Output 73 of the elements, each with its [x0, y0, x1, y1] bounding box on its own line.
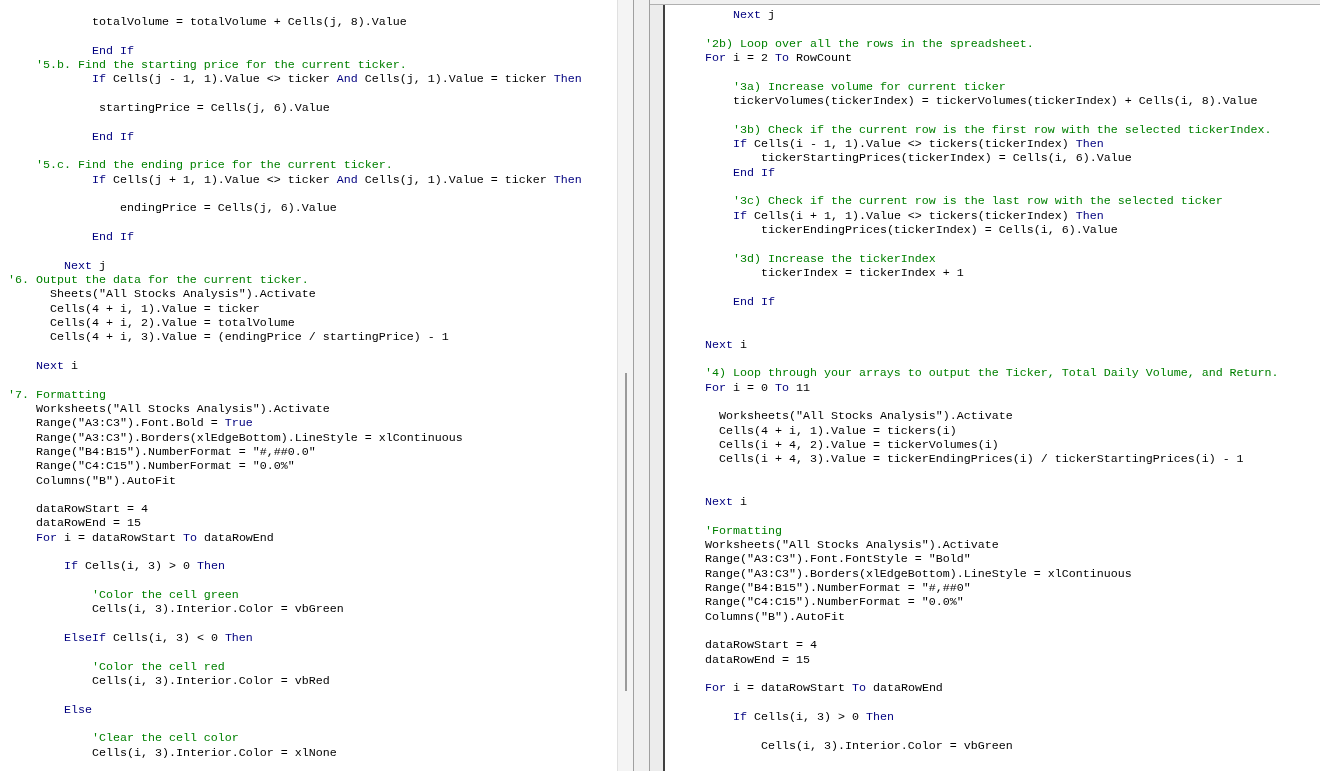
- code-line: Worksheets("All Stocks Analysis").Activate: [719, 408, 1013, 424]
- code-line: Worksheets("All Stocks Analysis").Activate: [705, 538, 999, 553]
- code-line: 'Color the cell red: [91, 658, 225, 675]
- code-line: 'Clear the cell color: [91, 730, 239, 746]
- code-line: '7. Formatting: [8, 386, 106, 402]
- scrollbar[interactable]: [617, 0, 633, 771]
- code-line: End If: [733, 165, 775, 180]
- code-line: End If: [91, 42, 134, 58]
- code-line: dataRowStart = 4: [36, 501, 148, 517]
- code-line: Cells(4 + i, 1).Value = ticker: [50, 301, 260, 316]
- code-line: dataRowEnd = 15: [36, 516, 141, 531]
- code-line: End If: [91, 128, 134, 144]
- code-line: For i = dataRowStart To dataRowEnd: [36, 530, 274, 546]
- code-line: '3d) Increase the tickerIndex: [733, 250, 936, 266]
- code-line: totalVolume = totalVolume + Cells(j, 8).Value: [91, 15, 407, 30]
- code-line: Range("C4:C15").NumberFormat = "0.0%": [705, 595, 964, 610]
- code-line: Range("A3:C3").Font.Bold = True: [36, 416, 253, 431]
- code-line: Cells(4 + i, 2).Value = totalVolume: [50, 315, 295, 331]
- code-line: tickerStartingPrices(tickerIndex) = Cells(i, 6).Value: [760, 151, 1132, 166]
- code-line: End If: [91, 228, 134, 245]
- code-line: ElseIf Cells(i, 3) < 0 Then: [63, 630, 253, 646]
- code-line: If Cells(i + 1, 1).Value <> tickers(tickerIndex) Then: [733, 208, 1104, 223]
- code-line: '4) Loop through your arrays to output the Ticker, Total Daily Volume, and Return.: [705, 365, 1279, 381]
- code-line: dataRowStart = 4: [705, 637, 817, 653]
- code-line: Cells(4 + i, 1).Value = tickers(i): [719, 423, 957, 438]
- code-line: Cells(i, 3).Interior.Color = vbGreen: [91, 602, 344, 617]
- code-line: Sheets("All Stocks Analysis").Activate: [50, 287, 316, 302]
- code-line: 'Formatting: [705, 522, 782, 539]
- code-line: Range("C4:C15").NumberFormat = "0.0%": [36, 459, 295, 474]
- code-line: Range("B4:B15").NumberFormat = "#,##0": [705, 581, 971, 596]
- code-line: For i = dataRowStart To dataRowEnd: [705, 680, 943, 696]
- code-line: End If: [733, 293, 775, 309]
- code-line: '3c) Check if the current row is the last row with the selected ticker: [733, 193, 1223, 209]
- code-line: Next j: [63, 257, 106, 273]
- code-line: '6. Output the data for the current ticker.: [8, 272, 309, 288]
- code-line: If Cells(j - 1, 1).Value <> ticker And Cells(j, 1).Value = ticker Then: [91, 72, 582, 87]
- code-line: tickerEndingPrices(tickerIndex) = Cells(i, 6).Value: [760, 222, 1118, 238]
- code-line: If Cells(i, 3) > 0 Then: [733, 709, 894, 725]
- code-line: tickerVolumes(tickerIndex) = tickerVolumes(tickerIndex) + Cells(i, 8).Value: [733, 93, 1258, 109]
- code-line: If Cells(i - 1, 1).Value <> tickers(tickerIndex) Then: [733, 136, 1104, 152]
- code-line: Cells(i + 4, 2).Value = tickerVolumes(i): [719, 437, 999, 453]
- code-line: If Cells(i, 3) > 0 Then: [63, 558, 225, 574]
- code-line: Worksheets("All Stocks Analysis").Activate: [36, 401, 330, 417]
- code-line: '5.b. Find the starting price for the current ticker.: [36, 58, 407, 73]
- code-line: Range("A3:C3").Borders(xlEdgeBottom).LineStyle = xlContinuous: [705, 566, 1132, 582]
- code-line: Columns("B").AutoFit: [36, 473, 176, 488]
- code-line: '3a) Increase volume for current ticker: [733, 78, 1006, 94]
- code-line: '5.c. Find the ending price for the current ticker.: [36, 157, 393, 173]
- code-line: dataRowEnd = 15: [705, 652, 810, 668]
- code-line: If Cells(j + 1, 1).Value <> ticker And Cells(j, 1).Value = ticker Then: [91, 172, 582, 187]
- code-line: tickerIndex = tickerIndex + 1: [760, 265, 964, 281]
- code-line: Range("A3:C3").Borders(xlEdgeBottom).LineStyle = xlContinuous: [36, 430, 463, 445]
- code-line: Cells(i, 3).Interior.Color = xlNone: [91, 745, 337, 761]
- code-line: Next i: [36, 357, 78, 374]
- code-line: Cells(4 + i, 3).Value = (endingPrice / startingPrice) - 1: [50, 330, 449, 345]
- code-line: Next i: [705, 336, 747, 352]
- code-line: '2b) Loop over all the rows in the spreadsheet.: [705, 35, 1034, 51]
- code-line: '3b) Check if the current row is the first row with the selected tickerIndex.: [733, 121, 1272, 137]
- code-line: Range("B4:B15").NumberFormat = "#,##0.0": [36, 444, 316, 460]
- code-line: startingPrice = Cells(j, 6).Value: [98, 99, 330, 116]
- scrollbar-thumb[interactable]: [624, 373, 627, 691]
- code-line: Else: [63, 701, 92, 718]
- code-line: Columns("B").AutoFit: [705, 609, 845, 625]
- code-line: For i = 2 To RowCount: [705, 51, 852, 66]
- code-line: Next i: [705, 494, 747, 510]
- code-line: For i = 0 To 11: [705, 380, 810, 395]
- code-line: Range("A3:C3").Font.FontStyle = "Bold": [705, 552, 971, 567]
- code-line: Cells(i, 3).Interior.Color = vbRed: [91, 674, 330, 689]
- code-line: Next j: [733, 8, 775, 23]
- code-line: Cells(i, 3).Interior.Color = vbGreen: [760, 737, 1013, 754]
- code-line: 'Color the cell green: [91, 587, 239, 603]
- code-line: endingPrice = Cells(j, 6).Value: [119, 200, 337, 216]
- code-line: Cells(i + 4, 3).Value = tickerEndingPrices(i) / tickerStartingPrices(i) - 1: [719, 452, 1244, 467]
